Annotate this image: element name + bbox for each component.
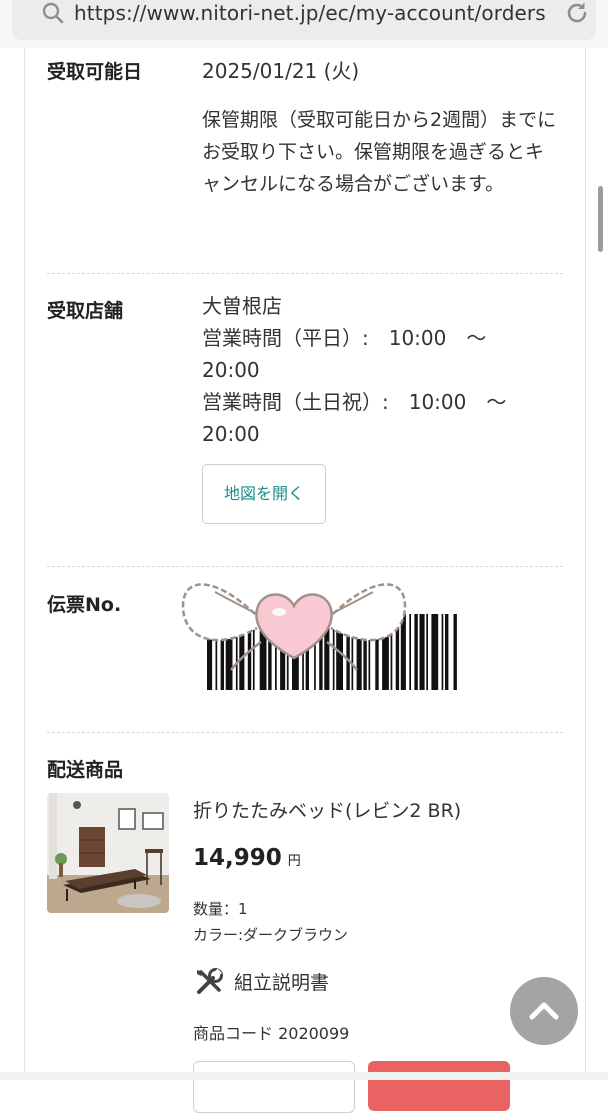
chevron-up-icon (529, 1002, 559, 1020)
delivery-items-label: 配送商品 (47, 759, 124, 781)
product-code: 商品コード 2020099 (193, 1024, 350, 1043)
barcode-bar (445, 614, 449, 690)
slip-number-label: 伝票No. (47, 594, 122, 616)
browser-bottom-edge (0, 1072, 608, 1080)
product-thumbnail[interactable] (47, 793, 169, 913)
barcode-bar (419, 614, 425, 690)
pickup-date-value: 2025/01/21 (火) (202, 59, 360, 83)
primary-action-button[interactable] (368, 1061, 510, 1111)
product-price: 14,990 円 (193, 845, 301, 871)
hours-weekend: 営業時間（土日祝）: 10:00 〜 (202, 390, 507, 414)
search-icon (42, 2, 64, 24)
tools-icon (197, 968, 223, 994)
secondary-action-button[interactable] (193, 1061, 355, 1113)
pickup-store-label: 受取店舗 (47, 300, 124, 322)
divider (47, 273, 563, 274)
divider (47, 732, 563, 733)
barcode-bar (414, 614, 418, 690)
price-value: 14,990 (193, 845, 282, 871)
order-detail-card: 受取可能日 2025/01/21 (火) 保管期限（受取可能日から2週間）までに… (24, 48, 586, 1113)
barcode-bar (431, 614, 439, 690)
open-map-button[interactable]: 地図を開く (202, 464, 326, 524)
hours-weekend-close: 20:00 (202, 422, 260, 446)
hours-weekday-close: 20:00 (202, 358, 260, 382)
browser-address-bar: https://www.nitori-net.jp/ec/my-account/… (0, 0, 608, 48)
product-color: カラー:ダークブラウン (193, 926, 349, 944)
barcode-bar (453, 614, 457, 690)
heart-bow-sticker (181, 583, 407, 671)
url-field[interactable]: https://www.nitori-net.jp/ec/my-account/… (12, 0, 596, 40)
hours-weekday: 営業時間（平日）: 10:00 〜 (202, 326, 487, 350)
bed-image (47, 793, 169, 913)
product-quantity: 数量：1 (193, 900, 248, 918)
store-info: 大曽根店 営業時間（平日）: 10:00 〜 20:00 営業時間（土日祝）: … (202, 290, 562, 450)
store-name: 大曽根店 (202, 294, 282, 318)
product-name[interactable]: 折りたたみベッド(レビン2 BR) (193, 796, 461, 823)
scrollbar-thumb[interactable] (598, 186, 603, 252)
url-text: https://www.nitori-net.jp/ec/my-account/… (74, 1, 546, 25)
reload-icon[interactable] (564, 0, 590, 26)
barcode-bar (426, 614, 428, 690)
assembly-manual-label: 組立説明書 (234, 972, 330, 994)
barcode-bar (441, 614, 444, 690)
scroll-to-top-button[interactable] (510, 977, 578, 1045)
price-unit: 円 (287, 854, 301, 869)
pickup-date-note: 保管期限（受取可能日から2週間）までにお受取り下さい。保管期限を過ぎるとキャンセ… (202, 109, 557, 195)
pickup-date-label: 受取可能日 (47, 61, 143, 83)
